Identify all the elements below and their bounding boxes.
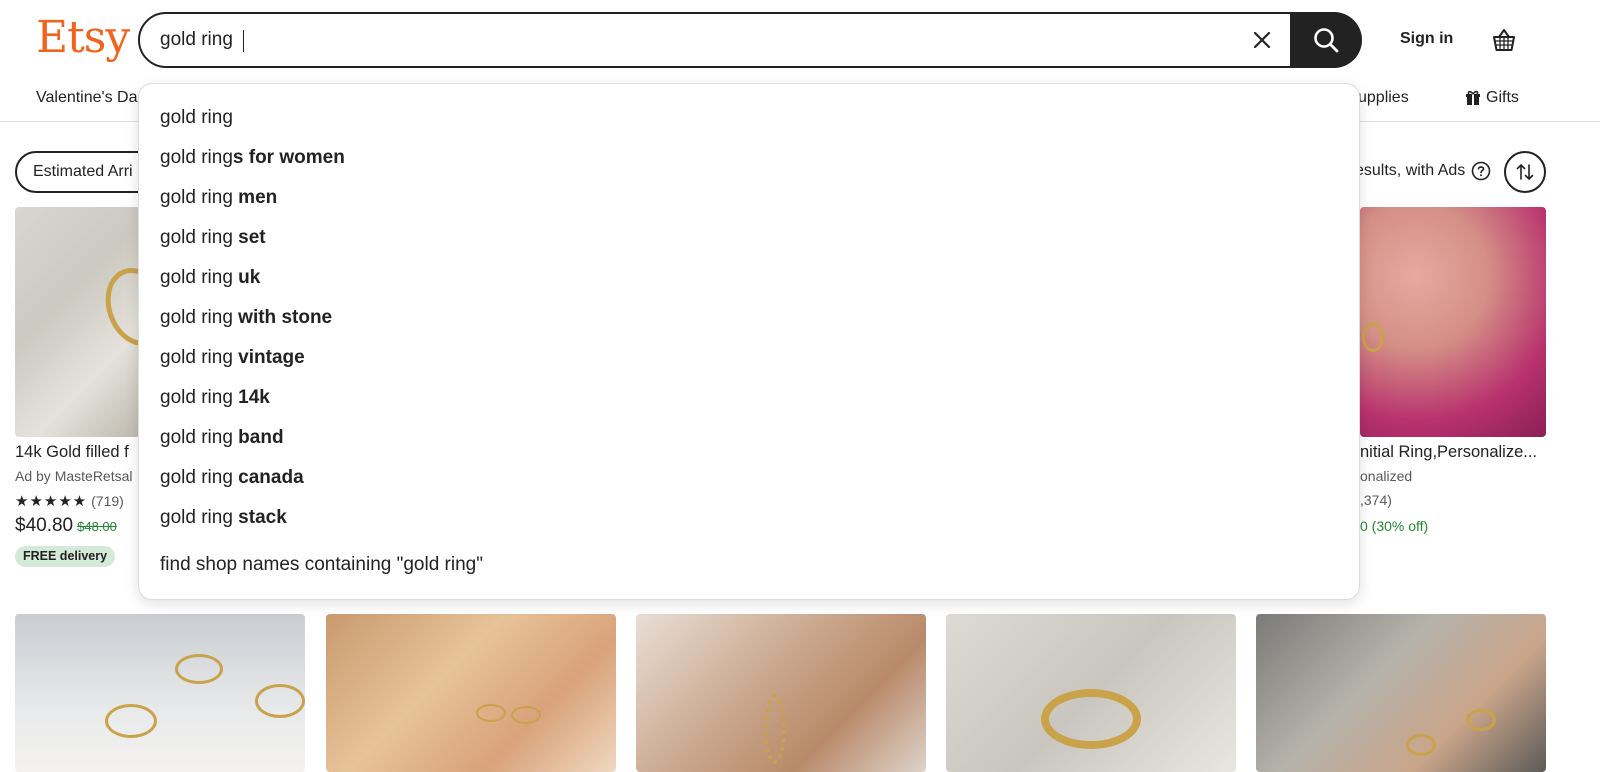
suggestion-prefix: gold ring [160,227,239,248]
suggestion-prefix: gold ring [160,187,239,208]
suggestion-suffix: stack [238,507,287,528]
search-icon [1314,28,1339,53]
clear-search-button[interactable] [1248,26,1276,54]
gift-icon [1466,90,1480,105]
suggestion-item[interactable]: gold ring 14k [160,387,270,409]
sort-icon [1516,164,1534,180]
suggestion-item[interactable]: gold ring uk [160,267,260,289]
suggestion-suffix: vintage [238,347,305,368]
search-suggestions-dropdown: gold ring gold rings for women gold ring… [138,83,1360,600]
sale-price: $40.80 [15,515,74,536]
ring-image-detail [95,259,140,355]
results-label: esults, with Ads [1355,162,1466,179]
ring-image-detail [476,704,506,722]
shop-name-search-link[interactable]: find shop names containing "gold ring" [160,554,483,576]
help-icon[interactable] [1471,161,1491,181]
listing-image[interactable] [15,207,140,437]
suggestion-item[interactable]: gold ring vintage [160,347,305,369]
suggestion-suffix: canada [238,467,304,488]
suggestion-suffix: with stone [238,307,333,328]
nav-item-valentines-day[interactable]: Valentine's Da [36,89,137,107]
ring-image-detail [255,684,305,718]
search-input[interactable] [160,14,1240,66]
suggestion-prefix: gold ring [160,467,239,488]
suggestion-item[interactable]: gold ring band [160,427,284,449]
sign-in-link[interactable]: Sign in [1400,30,1453,48]
suggestion-item[interactable]: gold ring men [160,187,277,209]
header: Etsy Sign in [0,0,1600,80]
nav-item-supplies[interactable]: upplies [1358,89,1409,107]
star-rating: ★★★★★ [15,493,88,510]
suggestion-item[interactable]: gold ring [160,107,233,129]
suggestion-prefix: gold ring [160,307,239,328]
free-delivery-badge: FREE delivery [15,546,116,567]
search-button[interactable] [1290,12,1362,68]
nav-item-gifts[interactable]: Gifts [1466,89,1519,107]
suggestion-item[interactable]: gold ring with stone [160,307,332,329]
listing-image[interactable] [15,614,305,772]
suggestion-suffix: 14k [238,387,270,408]
original-price: $48.00 [77,519,117,534]
suggestion-item[interactable]: gold ring canada [160,467,304,489]
ring-image-detail [1362,322,1384,352]
text-cursor [243,30,244,52]
suggestion-prefix: gold ring [160,507,239,528]
listing-image[interactable] [1360,207,1546,437]
etsy-logo[interactable]: Etsy [36,12,130,63]
clear-icon [1253,31,1271,49]
suggestion-prefix: gold ring [160,387,239,408]
ring-image-detail [105,704,157,738]
listing-price: 0 (30% off) [1360,518,1429,534]
cart-icon [1493,29,1515,51]
suggestion-prefix: gold ring [160,427,239,448]
listing-image[interactable] [326,614,616,772]
suggestion-suffix: band [238,427,284,448]
nav-gifts-label: Gifts [1486,89,1519,106]
search-bar [138,12,1362,68]
ring-image-detail [511,706,541,724]
results-count: esults, with Ads [1355,161,1491,181]
suggestion-item[interactable]: gold rings for women [160,147,345,169]
suggestion-prefix: gold ring [160,147,233,168]
suggestion-suffix: men [238,187,278,208]
ring-image-detail [1466,709,1496,731]
listing-shop[interactable]: Ad by MasteRetsal [15,468,140,484]
suggestion-prefix: gold ring [160,347,239,368]
listing-rating: ★★★★★ (719) [15,492,140,510]
listing-image[interactable] [636,614,926,772]
ring-image-detail [175,654,223,684]
suggestion-suffix: s for women [232,147,345,168]
review-count: ,374) [1360,492,1392,508]
listing-shop[interactable]: onalized [1360,468,1480,484]
ring-image-detail [1406,734,1436,756]
cart-button[interactable] [1490,26,1518,54]
listing-title[interactable]: nitial Ring,Personalize... [1360,443,1546,462]
suggestion-suffix: set [238,227,266,248]
suggestion-item[interactable]: gold ring set [160,227,266,249]
ring-image-detail [764,694,786,764]
ring-image-detail [1041,689,1141,749]
review-count: (719) [91,493,124,509]
suggestion-item[interactable]: gold ring stack [160,507,287,529]
listing-image[interactable] [1256,614,1546,772]
listing-title[interactable]: 14k Gold filled f [15,443,140,462]
suggestion-prefix: gold ring [160,267,239,288]
sort-button[interactable] [1504,151,1546,193]
suggestion-suffix: uk [238,267,261,288]
suggestion-prefix: gold ring [160,107,233,128]
listing-price: $40.80 $48.00 [15,515,140,537]
listing-image[interactable] [946,614,1236,772]
